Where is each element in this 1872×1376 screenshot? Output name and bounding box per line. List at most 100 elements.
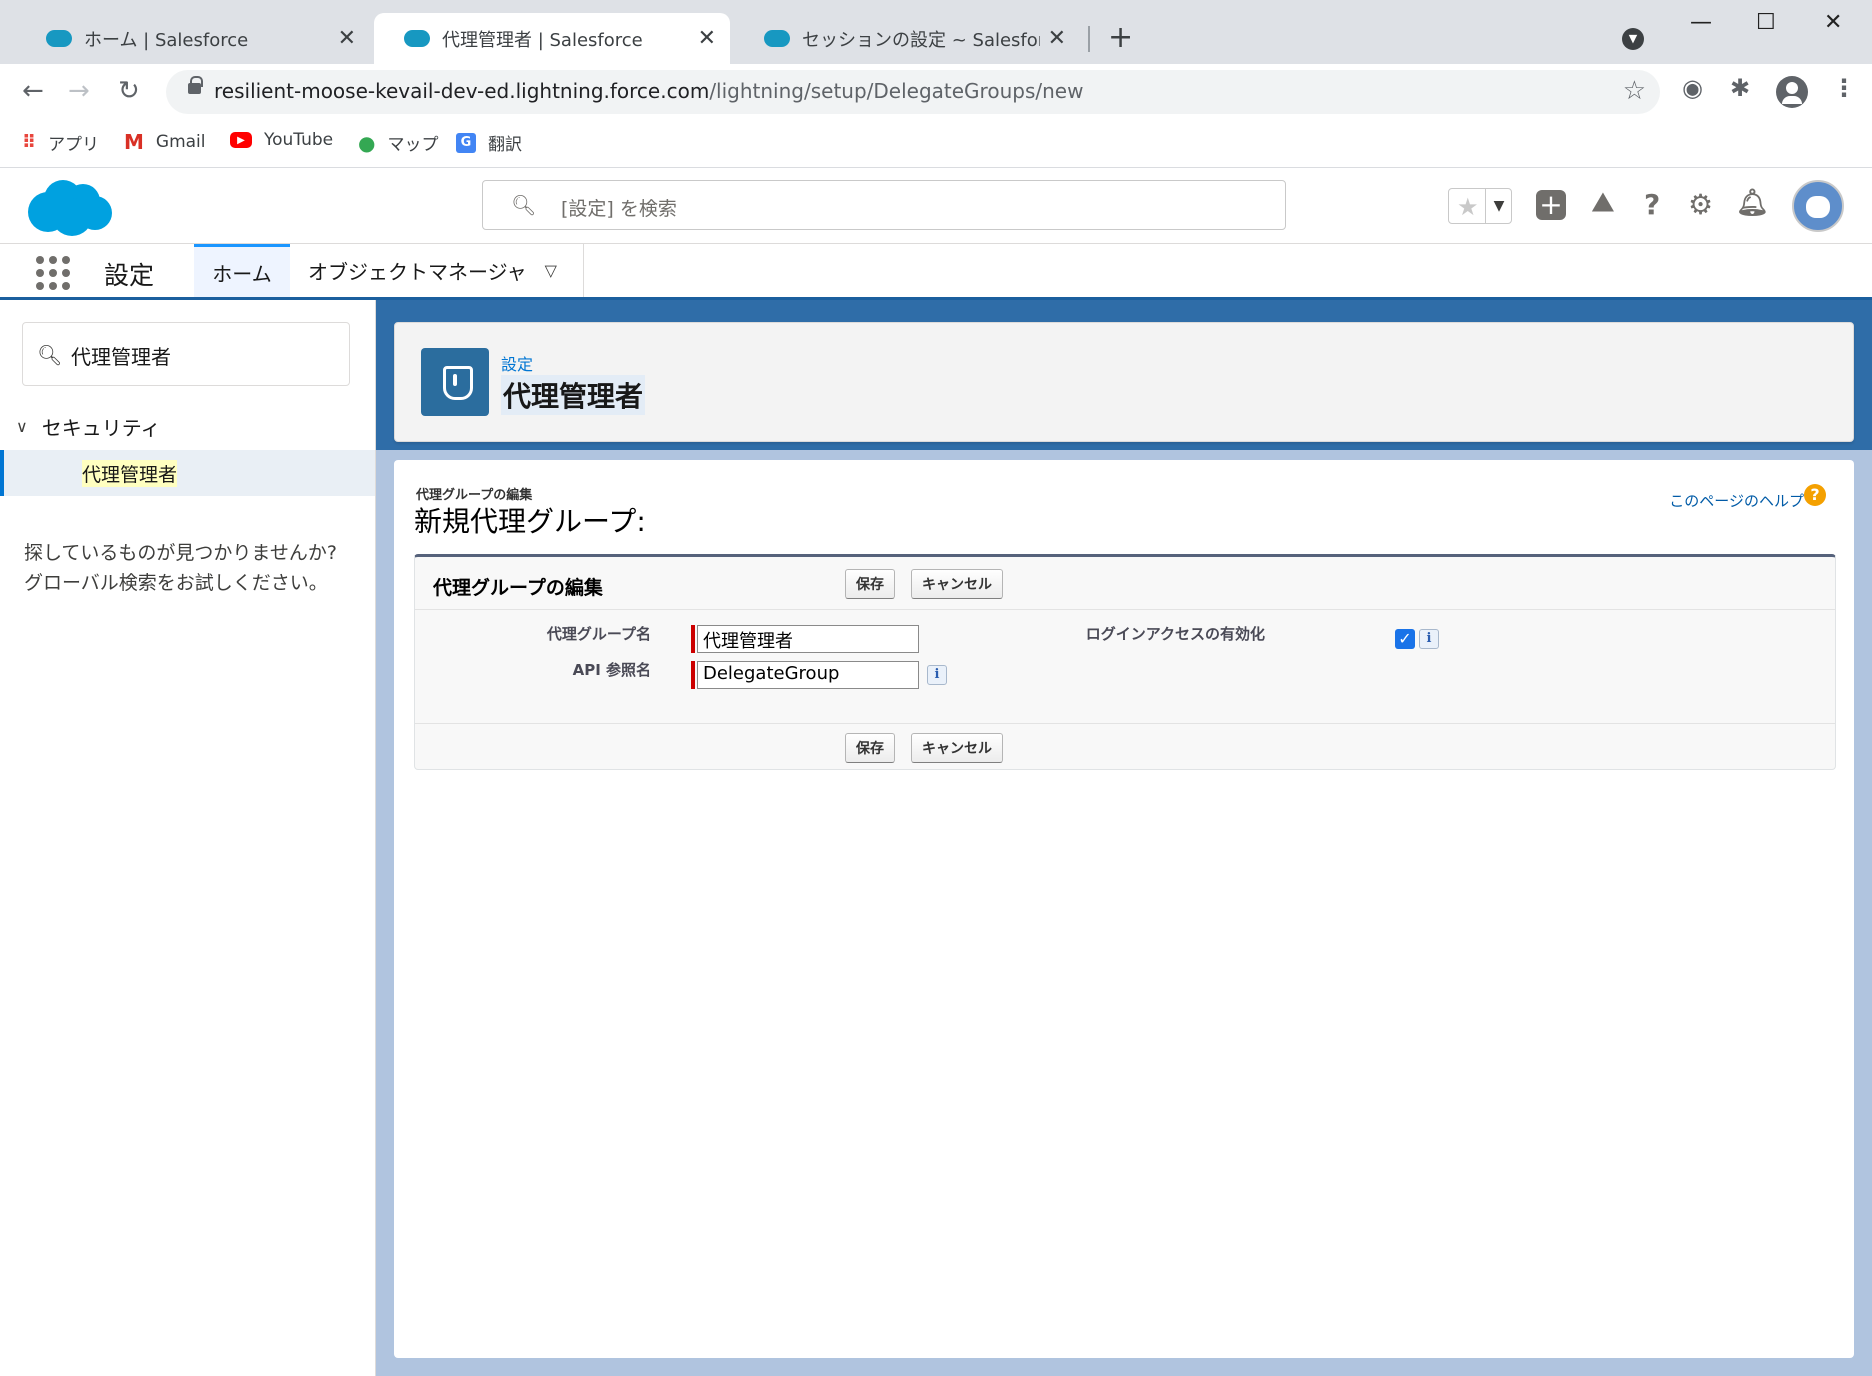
page-title: 代理管理者 (501, 375, 646, 415)
reload-icon[interactable]: ↻ (118, 76, 140, 106)
help-question-icon[interactable]: ? (1644, 188, 1660, 221)
shield-icon (421, 348, 489, 416)
setup-sidebar: 🔍︎ 代理管理者 ∨ セキュリティ 代理管理者 探しているものが見つかりませんか… (0, 300, 376, 1376)
minimize-icon[interactable]: — (1690, 10, 1712, 35)
page-header: 設定 代理管理者 (394, 322, 1854, 442)
app-navigation-bar: 設定 ホーム オブジェクトマネージャ ▽ (0, 244, 1872, 300)
bookmark-gmail[interactable]: M Gmail (124, 130, 206, 154)
required-indicator (691, 661, 695, 689)
not-found-line-1: 探しているものが見つかりませんか? (24, 542, 337, 564)
required-indicator (691, 625, 695, 653)
window-close-icon[interactable]: ✕ (1824, 10, 1842, 35)
api-name-label: API 参照名 (572, 661, 651, 679)
maximize-icon[interactable]: ☐ (1756, 10, 1776, 35)
cancel-button-top[interactable]: キャンセル (911, 569, 1003, 599)
browser-tab-delegate-admin[interactable]: 代理管理者 | Salesforce ✕ (374, 13, 730, 64)
salesforce-logo[interactable] (24, 176, 112, 236)
extensions-puzzle-icon[interactable]: ✱ (1730, 74, 1750, 102)
tab-search-icon[interactable]: ▼ (1622, 28, 1644, 50)
url-host: resilient-moose-kevail-dev-ed.lightning.… (214, 79, 710, 103)
lock-icon[interactable] (188, 76, 203, 94)
user-avatar[interactable] (1792, 180, 1844, 232)
tab-label: ホーム | Salesforce (84, 29, 249, 51)
browser-tab-session-settings[interactable]: セッションの設定 ~ Salesforce - Dev ✕ (734, 13, 1080, 64)
translate-icon: G (456, 132, 476, 153)
tree-node-security[interactable]: ∨ セキュリティ (16, 412, 161, 441)
bookmark-star-icon[interactable]: ☆ (1623, 76, 1646, 106)
browser-tab-strip: ホーム | Salesforce ✕ 代理管理者 | Salesforce ✕ … (0, 0, 1872, 64)
main-content-card: 代理グループの編集 新規代理グループ: このページのヘルプ ? 代理グループの編… (394, 460, 1854, 1358)
bookmark-youtube[interactable]: ▶ YouTube (230, 130, 333, 150)
salesforce-global-header: 🔍︎ [設定] を検索 ★ ▼ + ⛰ ? ⚙ 🔔︎ (0, 168, 1872, 244)
help-icon[interactable]: ? (1804, 484, 1826, 506)
bookmark-label: Gmail (155, 132, 206, 152)
tree-item-delegated-admin[interactable]: 代理管理者 (0, 450, 375, 496)
youtube-icon: ▶ (230, 132, 252, 148)
bookmark-label: マップ (387, 135, 439, 155)
apps-grid-icon: ⠿ (22, 132, 37, 153)
login-access-label: ログインアクセスの有効化 (1085, 625, 1265, 643)
global-actions-plus-icon[interactable]: + (1536, 190, 1566, 220)
group-name-label: 代理グループ名 (546, 625, 651, 643)
notifications-bell-icon[interactable]: 🔔︎ (1736, 188, 1769, 218)
bookmark-apps[interactable]: ⠿ アプリ (22, 130, 99, 155)
save-button-bottom[interactable]: 保存 (845, 733, 895, 763)
setup-search-input[interactable]: 🔍︎ [設定] を検索 (482, 180, 1286, 230)
quick-find-value: 代理管理者 (71, 345, 171, 369)
browser-tab-home[interactable]: ホーム | Salesforce ✕ (16, 13, 370, 64)
gmail-icon: M (124, 130, 144, 154)
group-name-input[interactable]: 代理管理者 (697, 625, 919, 653)
breadcrumb[interactable]: 設定 (501, 351, 533, 375)
camera-icon[interactable]: ◉ (1682, 74, 1703, 102)
quick-find-input[interactable]: 🔍︎ 代理管理者 (22, 322, 350, 386)
back-arrow-icon[interactable]: ← (22, 76, 44, 106)
bookmark-label: アプリ (48, 135, 100, 155)
cancel-button-bottom[interactable]: キャンセル (911, 733, 1003, 763)
app-launcher-icon[interactable] (36, 256, 70, 290)
info-icon[interactable]: i (1419, 629, 1439, 649)
chevron-down-icon[interactable]: ▽ (545, 261, 557, 280)
bookmarks-bar: ⠿ アプリ M Gmail ▶ YouTube ● マップ G 翻訳 (0, 118, 1872, 168)
close-icon[interactable]: ✕ (338, 26, 356, 51)
help-link[interactable]: このページのヘルプ (1669, 490, 1804, 511)
close-icon[interactable]: ✕ (1048, 26, 1066, 51)
app-name: 設定 (104, 261, 155, 290)
setup-gear-icon[interactable]: ⚙ (1688, 188, 1713, 221)
trailhead-guidance-icon[interactable]: ⛰ (1592, 188, 1614, 219)
new-tab-icon[interactable]: + (1108, 20, 1133, 55)
not-found-line-2: グローバル検索をお試しください。 (24, 572, 328, 594)
info-icon[interactable]: i (927, 665, 947, 685)
address-bar[interactable]: resilient-moose-kevail-dev-ed.lightning.… (166, 70, 1660, 114)
login-access-checkbox[interactable]: ✓ (1395, 629, 1415, 649)
forward-arrow-icon[interactable]: → (68, 76, 90, 106)
bookmark-translate[interactable]: G 翻訳 (456, 130, 522, 155)
bookmark-maps[interactable]: ● マップ (358, 130, 439, 156)
search-placeholder: [設定] を検索 (561, 198, 677, 220)
browser-toolbar: ← → ↻ resilient-moose-kevail-dev-ed.ligh… (0, 64, 1872, 118)
tab-label: ホーム (212, 261, 272, 286)
maps-pin-icon: ● (358, 130, 376, 155)
search-icon: 🔍︎ (511, 193, 537, 217)
tree-item-label: 代理管理者 (82, 460, 178, 487)
save-button-top[interactable]: 保存 (845, 569, 895, 599)
favorites-button-group[interactable]: ★ ▼ (1448, 188, 1512, 224)
not-found-hint: 探しているものが見つかりませんか? グローバル検索をお試しください。 (24, 538, 364, 598)
form-title: 新規代理グループ: (414, 505, 646, 538)
tab-object-manager[interactable]: オブジェクトマネージャ ▽ (292, 244, 584, 297)
divider (415, 723, 1835, 724)
close-icon[interactable]: ✕ (698, 26, 716, 51)
tab-home[interactable]: ホーム (194, 244, 290, 297)
search-icon: 🔍︎ (37, 343, 63, 367)
edit-block: 代理グループの編集 保存 キャンセル 代理グループ名 代理管理者 API 参照名… (414, 554, 1836, 770)
profile-icon[interactable] (1776, 76, 1808, 108)
more-menu-icon[interactable]: ⋮ (1832, 74, 1856, 102)
url-path: /lightning/setup/DelegateGroups/new (709, 79, 1084, 103)
tab-separator (1088, 26, 1090, 52)
chevron-down-icon[interactable]: ∨ (16, 417, 28, 436)
api-name-input[interactable]: DelegateGroup (697, 661, 919, 689)
favorite-star-icon[interactable]: ★ (1457, 193, 1479, 221)
bookmark-label: 翻訳 (488, 135, 522, 155)
salesforce-cloud-icon (46, 30, 72, 47)
favorites-dropdown-icon[interactable]: ▼ (1485, 189, 1512, 223)
tab-label: セッションの設定 ~ Salesforce - Dev (802, 29, 1040, 51)
